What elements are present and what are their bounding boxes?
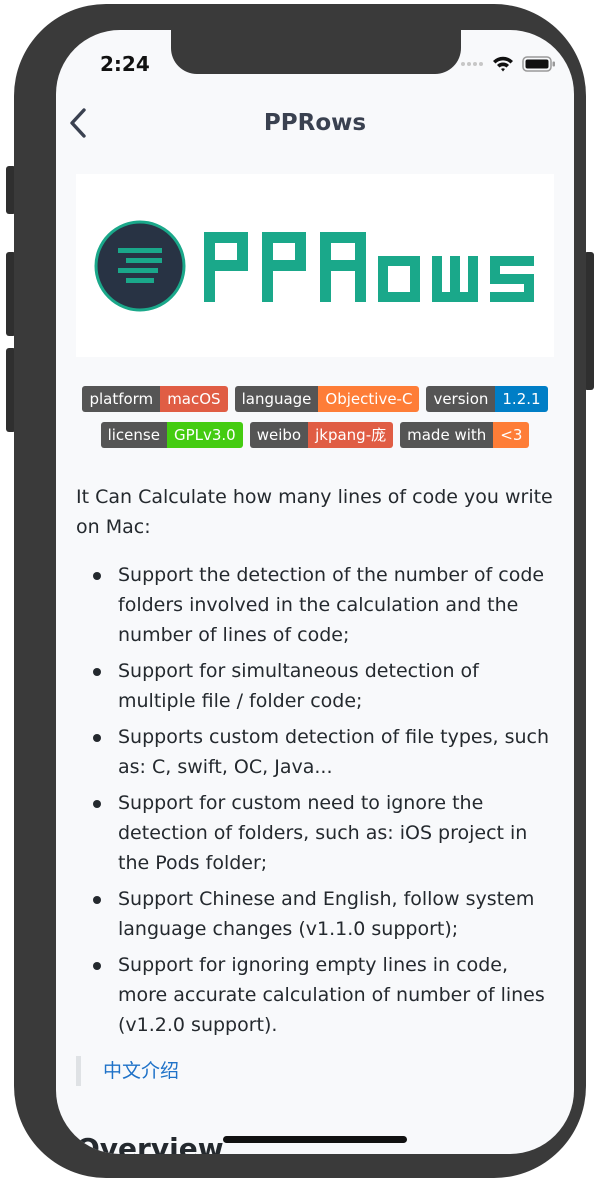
- list-item: Support the detection of the number of c…: [76, 560, 558, 650]
- list-item: Support for custom need to ignore the de…: [76, 788, 558, 878]
- badge-version[interactable]: version 1.2.1: [426, 386, 548, 412]
- nav-title: PPRows: [263, 110, 367, 136]
- badges-row-1: platform macOS language Objective-C vers…: [56, 386, 574, 412]
- phone-frame: 2:24 PPRows platform macOS language Obje…: [14, 4, 586, 1178]
- wifi-icon: [493, 56, 513, 72]
- bullet-icon: [93, 896, 101, 904]
- list-item-text: Support for ignoring empty lines in code…: [118, 954, 545, 1036]
- badge-key: license: [100, 422, 167, 448]
- status-icons: [460, 54, 556, 74]
- badges-row-2: license GPLv3.0 weibo jkpang-庞 made with…: [56, 422, 574, 448]
- badge-value: <3: [493, 422, 530, 448]
- bullet-icon: [93, 734, 101, 742]
- badge-language[interactable]: language Objective-C: [234, 386, 420, 412]
- badge-value: jkpang-庞: [308, 422, 394, 448]
- list-item-text: Support Chinese and English, follow syst…: [118, 888, 535, 940]
- list-item-text: Support for simultaneous detection of mu…: [118, 660, 479, 712]
- badge-key: platform: [82, 386, 161, 412]
- chinese-intro-link[interactable]: 中文介绍: [103, 1060, 179, 1082]
- readme-content: It Can Calculate how many lines of code …: [76, 482, 558, 1086]
- list-item: Support for ignoring empty lines in code…: [76, 950, 558, 1040]
- bullet-icon: [93, 800, 101, 808]
- bullet-icon: [93, 962, 101, 970]
- badge-weibo[interactable]: weibo jkpang-庞: [249, 422, 394, 448]
- badge-key: version: [426, 386, 496, 412]
- badge-license[interactable]: license GPLv3.0: [100, 422, 243, 448]
- intro-paragraph: It Can Calculate how many lines of code …: [76, 486, 553, 538]
- pprows-logo: [76, 174, 554, 357]
- bullet-icon: [93, 572, 101, 580]
- badge-value: 1.2.1: [495, 386, 548, 412]
- list-item: Support Chinese and English, follow syst…: [76, 884, 558, 944]
- feature-list: Support the detection of the number of c…: [76, 560, 558, 1040]
- list-item-text: Supports custom detection of file types,…: [118, 726, 550, 778]
- list-item: Support for simultaneous detection of mu…: [76, 656, 558, 716]
- overview-heading: Overview: [76, 1132, 224, 1154]
- badge-platform[interactable]: platform macOS: [82, 386, 228, 412]
- signal-icon: [461, 62, 483, 66]
- badge-value: macOS: [160, 386, 228, 412]
- blockquote: 中文介绍: [76, 1056, 558, 1086]
- badge-key: made with: [400, 422, 494, 448]
- bullet-icon: [93, 668, 101, 676]
- badge-made-with[interactable]: made with <3: [400, 422, 530, 448]
- badge-key: language: [234, 386, 319, 412]
- list-item-text: Support for custom need to ignore the de…: [118, 792, 528, 874]
- list-item: Supports custom detection of file types,…: [76, 722, 558, 782]
- status-time: 2:24: [100, 52, 150, 76]
- home-indicator[interactable]: [223, 1136, 407, 1143]
- battery-icon: [522, 56, 555, 72]
- badge-value: Objective-C: [318, 386, 420, 412]
- screen: 2:24 PPRows platform macOS language Obje…: [56, 30, 574, 1154]
- badge-key: weibo: [249, 422, 309, 448]
- badge-value: GPLv3.0: [166, 422, 243, 448]
- notch: [171, 30, 461, 74]
- list-item-text: Support the detection of the number of c…: [118, 564, 545, 646]
